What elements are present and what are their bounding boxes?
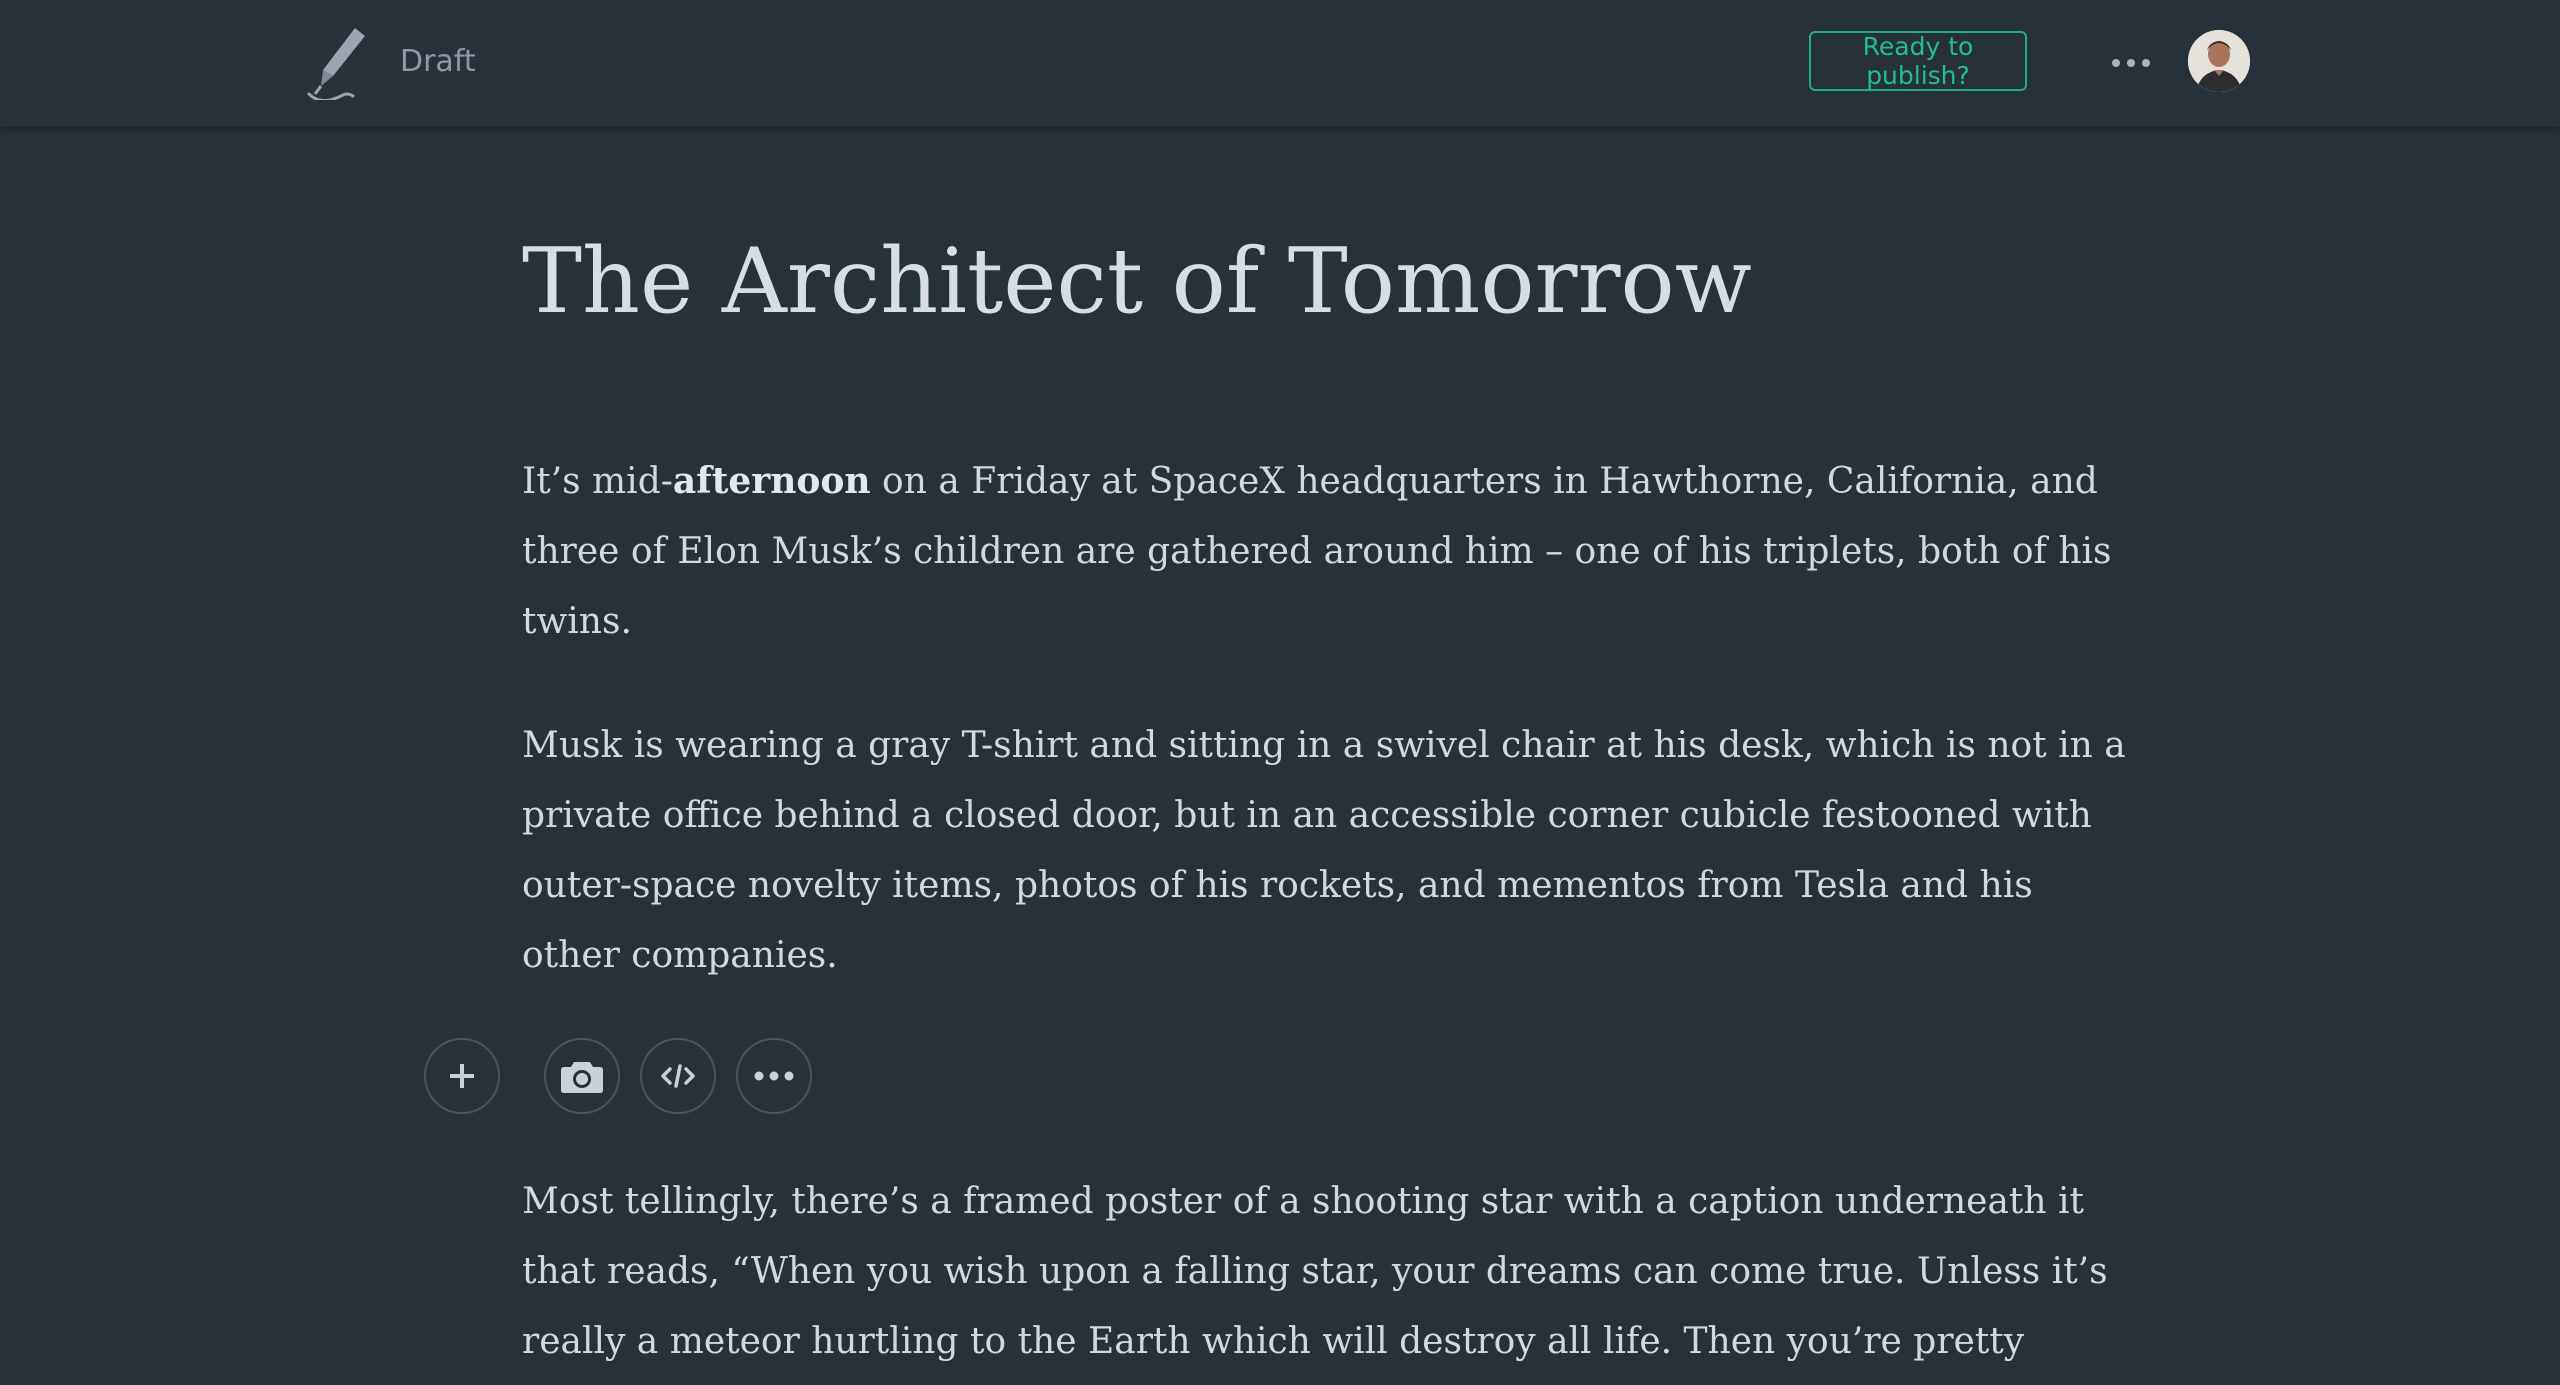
user-avatar[interactable] — [2188, 30, 2250, 92]
ellipsis-icon[interactable] — [2106, 44, 2156, 82]
article-paragraph[interactable]: It’s mid-afternoon on a Friday at SpaceX… — [522, 446, 2112, 657]
paragraph-line: really a meteor hurtling to the Earth wh… — [522, 1321, 2025, 1362]
insert-embed-button[interactable] — [640, 1038, 716, 1114]
ready-to-publish-button[interactable]: Ready to publish? — [1809, 31, 2027, 91]
embed-code-icon — [661, 1064, 695, 1088]
ellipsis-icon — [754, 1071, 794, 1081]
text-run: It’s mid- — [522, 461, 673, 502]
paragraph-line: Most tellingly, there’s a framed poster … — [522, 1181, 2085, 1222]
paragraph-line: It’s mid-afternoon on a Friday at SpaceX… — [522, 446, 2098, 517]
paragraph-line: other companies. — [522, 935, 838, 976]
plus-icon — [450, 1064, 474, 1088]
paragraph-line: private office behind a closed door, but… — [522, 795, 2092, 836]
quill-pen-icon[interactable] — [303, 24, 375, 102]
paragraph-line: outer-space novelty items, photos of his… — [522, 865, 2033, 906]
paragraph-line: twins. — [522, 601, 632, 642]
camera-icon — [561, 1062, 603, 1093]
paragraph-line: Musk is wearing a gray T-shirt and sitti… — [522, 725, 2126, 766]
bold-text-run: afternoon — [672, 460, 871, 502]
paragraph-line: that reads, “When you wish upon a fallin… — [522, 1251, 2108, 1292]
insert-image-button[interactable] — [544, 1038, 620, 1114]
top-bar: Draft Ready to publish? — [0, 0, 2560, 127]
insert-more-button[interactable] — [736, 1038, 812, 1114]
text-run: on a Friday at SpaceX headquarters in Ha… — [870, 461, 2098, 502]
article-paragraph[interactable]: Musk is wearing a gray T-shirt and sitti… — [522, 711, 2126, 991]
article-paragraph[interactable]: Most tellingly, there’s a framed poster … — [522, 1167, 2108, 1377]
paragraph-line: three of Elon Musk’s children are gather… — [522, 531, 2112, 572]
draft-status-label: Draft — [400, 44, 476, 79]
article-title[interactable]: The Architect of Tomorrow — [522, 222, 1752, 342]
insert-plus-button[interactable] — [424, 1038, 500, 1114]
